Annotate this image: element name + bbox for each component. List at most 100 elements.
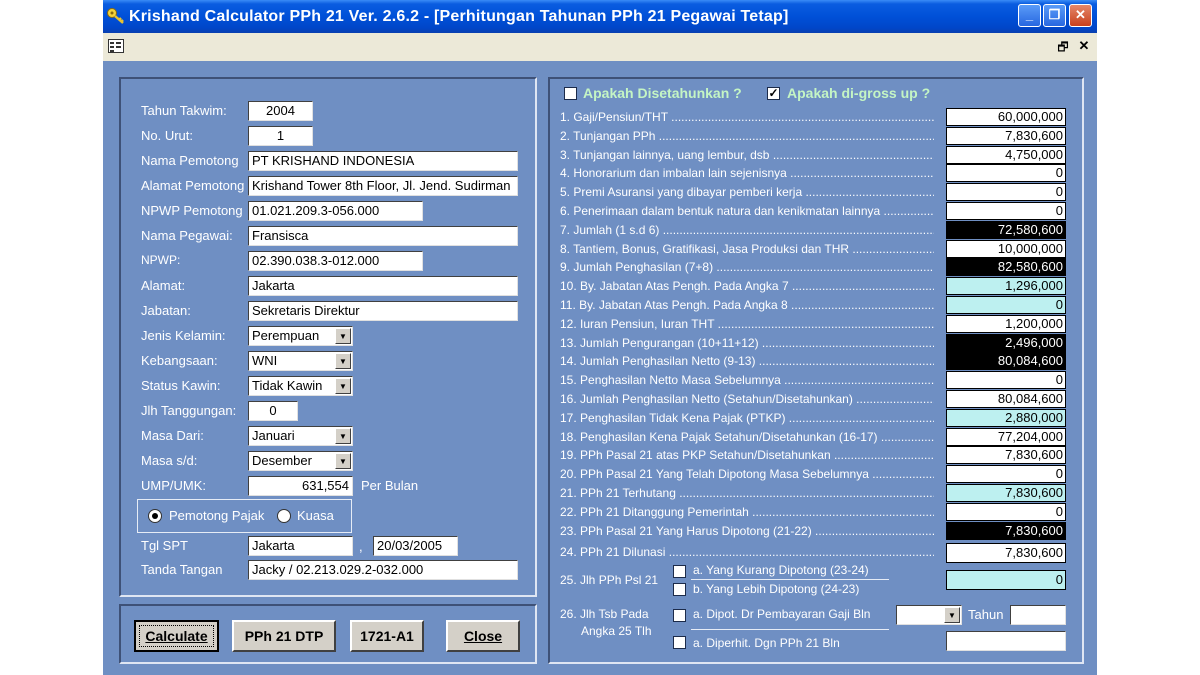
chevron-down-icon[interactable]: ▼ bbox=[335, 328, 351, 344]
tgl-spt-place-input[interactable]: Jakarta bbox=[248, 536, 353, 556]
row-value[interactable]: 1,200,000 bbox=[946, 314, 1066, 333]
ump-input[interactable]: 631,554 bbox=[248, 476, 353, 496]
row-value[interactable]: 0 bbox=[946, 296, 1066, 314]
lebih-dipotong-label: b. Yang Lebih Dipotong (24-23) bbox=[693, 582, 860, 596]
form-1721a1-button[interactable]: 1721-A1 bbox=[350, 620, 424, 652]
tahun-takwim-label: Tahun Takwim: bbox=[141, 103, 227, 118]
row-value[interactable]: 77,204,000 bbox=[946, 427, 1066, 446]
row-value[interactable]: 7,830,600 bbox=[946, 446, 1066, 465]
pemotong-pajak-label: Pemotong Pajak bbox=[169, 508, 265, 523]
tanda-tangan-input[interactable]: Jacky / 02.213.029.2-032.000 bbox=[248, 560, 518, 580]
row-value[interactable]: 7,830,600 bbox=[946, 543, 1066, 564]
jlh-tanggungan-label: Jlh Tanggungan: bbox=[141, 403, 237, 418]
jabatan-label: Jabatan: bbox=[141, 303, 191, 318]
tahun-input[interactable] bbox=[1010, 605, 1066, 625]
tahun-takwim-input[interactable]: 2004 bbox=[248, 101, 313, 121]
minimize-button[interactable]: _ bbox=[1018, 4, 1041, 27]
mdi-restore-button[interactable]: 🗗 bbox=[1054, 39, 1072, 55]
row-label: 4. Honorarium dan imbalan lain sejenisny… bbox=[560, 166, 934, 181]
kuasa-radio[interactable] bbox=[277, 509, 291, 523]
jabatan-input[interactable]: Sekretaris Direktur bbox=[248, 301, 518, 321]
calculate-button-label: Calculate bbox=[145, 628, 208, 644]
disetahunkan-checkbox[interactable] bbox=[564, 87, 577, 100]
row-value[interactable]: 0 bbox=[946, 164, 1066, 183]
grossup-label: Apakah di-gross up ? bbox=[787, 85, 931, 101]
jenis-kelamin-select[interactable]: Perempuan ▼ bbox=[248, 326, 353, 346]
row-value[interactable]: 0 bbox=[946, 202, 1066, 220]
row-value[interactable]: 0 bbox=[946, 502, 1066, 521]
form-icon[interactable] bbox=[108, 39, 124, 53]
chevron-down-icon[interactable]: ▼ bbox=[335, 378, 351, 394]
masa-sd-select[interactable]: Desember ▼ bbox=[248, 451, 353, 471]
chevron-down-icon[interactable]: ▼ bbox=[335, 353, 351, 369]
row-label: 24. PPh 21 Dilunasi ....................… bbox=[560, 545, 934, 560]
dipot-gaji-label: a. Dipot. Dr Pembayaran Gaji Bln bbox=[693, 607, 871, 621]
bulan-select[interactable]: ▼ bbox=[896, 605, 962, 625]
jenis-kelamin-value: Perempuan bbox=[252, 328, 320, 343]
diperhit-input[interactable] bbox=[946, 631, 1066, 651]
close-button[interactable]: Close bbox=[446, 620, 520, 652]
row26-divider bbox=[691, 629, 889, 630]
row-value[interactable]: 80,084,600 bbox=[946, 352, 1066, 371]
mdi-close-button[interactable]: ✕ bbox=[1076, 38, 1092, 54]
status-kawin-select[interactable]: Tidak Kawin ▼ bbox=[248, 376, 353, 396]
row-value[interactable]: 2,496,000 bbox=[946, 333, 1066, 352]
row-value[interactable]: 0 bbox=[946, 465, 1066, 484]
row-label: 14. Jumlah Penghasilan Netto (9-13) ....… bbox=[560, 354, 934, 369]
row-value[interactable]: 4,750,000 bbox=[946, 145, 1066, 164]
row25-value[interactable]: 0 bbox=[946, 570, 1066, 590]
diperhit-checkbox[interactable] bbox=[673, 636, 686, 649]
masa-sd-value: Desember bbox=[252, 453, 312, 468]
pemotong-pajak-radio[interactable] bbox=[148, 509, 162, 523]
alamat-label: Alamat: bbox=[141, 278, 186, 293]
row-value[interactable]: 7,830,600 bbox=[946, 484, 1066, 502]
chevron-down-icon[interactable]: ▼ bbox=[335, 453, 351, 469]
row-value[interactable]: 10,000,000 bbox=[946, 239, 1066, 258]
row-value[interactable]: 0 bbox=[946, 183, 1066, 202]
masa-dari-select[interactable]: Januari ▼ bbox=[248, 426, 353, 446]
nama-pegawai-label: Nama Pegawai: bbox=[141, 228, 233, 243]
row-value[interactable]: 80,084,600 bbox=[946, 390, 1066, 408]
tgl-spt-date-input[interactable]: 20/03/2005 bbox=[373, 536, 458, 556]
maximize-button[interactable]: ❐ bbox=[1043, 4, 1066, 27]
calculate-button[interactable]: Calculate bbox=[134, 620, 219, 652]
nama-pegawai-input[interactable]: Fransisca bbox=[248, 226, 518, 246]
row-value[interactable]: 72,580,600 bbox=[946, 220, 1066, 239]
pph21-dtp-button[interactable]: PPh 21 DTP bbox=[232, 620, 336, 652]
row-label: 5. Premi Asuransi yang dibayar pemberi k… bbox=[560, 185, 934, 200]
row-value[interactable]: 60,000,000 bbox=[946, 108, 1066, 126]
chevron-down-icon[interactable]: ▼ bbox=[335, 428, 351, 444]
dipot-gaji-checkbox[interactable] bbox=[673, 609, 686, 622]
alamat-input[interactable]: Jakarta bbox=[248, 276, 518, 296]
npwp-pemotong-input[interactable]: 01.021.209.3-056.000 bbox=[248, 201, 423, 221]
masa-dari-label: Masa Dari: bbox=[141, 428, 204, 443]
alamat-pemotong-label: Alamat Pemotong bbox=[141, 178, 245, 193]
jlh-tanggungan-input[interactable]: 0 bbox=[248, 401, 298, 421]
window-title: Krishand Calculator PPh 21 Ver. 2.6.2 - … bbox=[129, 8, 789, 25]
kurang-dipotong-checkbox[interactable] bbox=[673, 565, 686, 578]
row-value[interactable]: 7,830,600 bbox=[946, 521, 1066, 540]
minimize-icon: _ bbox=[1025, 7, 1034, 22]
row-label: 19. PPh Pasal 21 atas PKP Setahun/Diseta… bbox=[560, 448, 934, 463]
row-label: 2. Tunjangan PPh .......................… bbox=[560, 128, 934, 143]
chevron-down-icon[interactable]: ▼ bbox=[944, 607, 960, 623]
row-value[interactable]: 82,580,600 bbox=[946, 258, 1066, 277]
alamat-pemotong-input[interactable]: Krishand Tower 8th Floor, Jl. Jend. Sudi… bbox=[248, 176, 518, 196]
status-kawin-value: Tidak Kawin bbox=[252, 378, 323, 393]
row25-divider bbox=[691, 579, 889, 580]
grossup-checkbox[interactable]: ✓ bbox=[767, 87, 780, 100]
row-label: 7. Jumlah (1 s.d 6) ....................… bbox=[560, 222, 934, 237]
mdi-close-icon: ✕ bbox=[1078, 38, 1090, 53]
nama-pemotong-input[interactable]: PT KRISHAND INDONESIA bbox=[248, 151, 518, 171]
kebangsaan-select[interactable]: WNI ▼ bbox=[248, 351, 353, 371]
row-value[interactable]: 1,296,000 bbox=[946, 277, 1066, 296]
row-value[interactable]: 2,880,000 bbox=[946, 408, 1066, 427]
lebih-dipotong-checkbox[interactable] bbox=[673, 583, 686, 596]
npwp-input[interactable]: 02.390.038.3-012.000 bbox=[248, 251, 423, 271]
row-value[interactable]: 7,830,600 bbox=[946, 126, 1066, 145]
row-value[interactable]: 0 bbox=[946, 371, 1066, 390]
client-area: Tahun Takwim: 2004 No. Urut: 1 Nama Pemo… bbox=[103, 61, 1097, 675]
no-urut-input[interactable]: 1 bbox=[248, 126, 313, 146]
close-window-button[interactable]: ✕ bbox=[1069, 4, 1092, 27]
tanda-tangan-label: Tanda Tangan bbox=[141, 562, 223, 577]
